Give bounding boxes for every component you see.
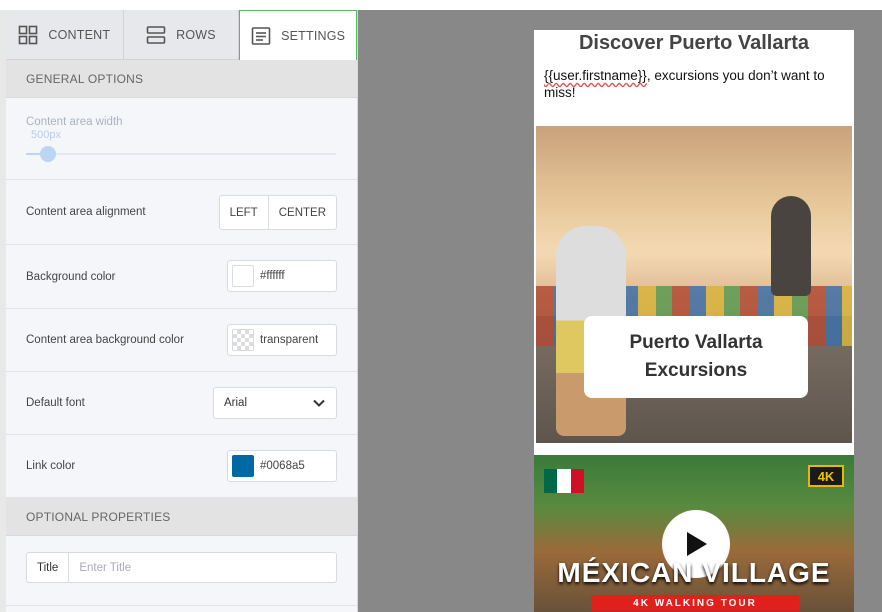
background-color-field[interactable]: #ffffff xyxy=(227,260,337,292)
link-color-row: Link color #0068a5 xyxy=(6,435,357,498)
hero-card-line-2: Excursions xyxy=(644,360,748,381)
content-bg-color-value: transparent xyxy=(260,334,319,346)
grid-icon xyxy=(19,25,38,44)
title-field: Title xyxy=(26,552,337,583)
content-width-value: 500px xyxy=(31,129,61,141)
content-width-label: Content area width xyxy=(26,116,123,128)
play-icon xyxy=(687,532,707,556)
chevron-down-icon xyxy=(313,399,325,407)
background-color-label: Background color xyxy=(26,270,116,283)
title-label: Title xyxy=(27,553,70,582)
link-color-swatch[interactable] xyxy=(232,455,254,477)
hero-seahorse-statue xyxy=(771,196,811,296)
4k-badge: 4K xyxy=(808,465,844,487)
tab-settings-label: SETTINGS xyxy=(281,28,346,43)
video-thumbnail[interactable]: 4K MÉXICAN VILLAGE 4K WALKING TOUR xyxy=(534,455,854,612)
link-color-field[interactable]: #0068a5 xyxy=(227,450,337,482)
hero-image[interactable]: Puerto Vallarta Excursions xyxy=(536,126,852,443)
content-bg-color-row: Content area background color transparen… xyxy=(6,309,357,372)
slider-knob[interactable] xyxy=(40,146,56,162)
tab-content[interactable]: CONTENT xyxy=(6,10,124,60)
default-font-label: Default font xyxy=(26,397,85,409)
background-color-swatch[interactable] xyxy=(232,265,254,287)
content-width-row: Content area width 500px xyxy=(6,98,357,180)
hero-card-line-1: Puerto Vallarta xyxy=(629,332,763,353)
tab-rows-label: ROWS xyxy=(176,27,216,42)
email-intro: {{user.firstname}}, excursions you don’t… xyxy=(534,67,854,101)
content-bg-color-label: Content area background color xyxy=(26,334,184,346)
default-font-select[interactable]: Arial xyxy=(213,387,337,419)
video-subtitle: 4K WALKING TOUR xyxy=(591,595,799,611)
mexico-flag-icon xyxy=(544,469,584,493)
settings-doc-icon xyxy=(251,26,271,45)
content-bg-color-swatch[interactable] xyxy=(232,329,254,351)
video-title: MÉXICAN VILLAGE xyxy=(557,557,831,588)
top-strip xyxy=(0,0,882,10)
email-heading: Discover Puerto Vallarta xyxy=(578,32,810,54)
link-color-value: #0068a5 xyxy=(260,460,305,472)
hero-title-card: Puerto Vallarta Excursions xyxy=(584,316,808,398)
align-left-button[interactable]: LEFT xyxy=(220,196,268,229)
alignment-label: Content area alignment xyxy=(26,206,146,218)
alignment-row: Content area alignment LEFT CENTER xyxy=(6,180,357,245)
email-canvas: Discover Puerto Vallarta {{user.firstnam… xyxy=(358,10,882,612)
tab-rows[interactable]: ROWS xyxy=(123,10,240,60)
title-input[interactable] xyxy=(69,553,336,582)
link-color-label: Link color xyxy=(26,460,76,472)
settings-panel: CONTENT ROWS SETTINGS GENERAL OPTIONS Co… xyxy=(6,10,358,612)
email-preview[interactable]: Discover Puerto Vallarta {{user.firstnam… xyxy=(534,30,854,612)
rows-icon xyxy=(146,25,166,44)
tab-content-label: CONTENT xyxy=(48,27,111,42)
tab-settings[interactable]: SETTINGS xyxy=(239,10,357,60)
content-bg-color-field[interactable]: transparent xyxy=(227,324,337,356)
content-width-slider[interactable] xyxy=(26,146,336,162)
optional-properties-heading: OPTIONAL PROPERTIES xyxy=(6,498,357,536)
default-font-row: Default font Arial xyxy=(6,372,357,435)
background-color-value: #ffffff xyxy=(260,270,285,282)
alignment-toggle: LEFT CENTER xyxy=(218,195,337,230)
tab-bar: CONTENT ROWS SETTINGS xyxy=(6,10,357,60)
background-color-row: Background color #ffffff xyxy=(6,245,357,309)
general-options-heading: GENERAL OPTIONS xyxy=(6,60,357,98)
default-font-value: Arial xyxy=(224,397,248,409)
align-center-button[interactable]: CENTER xyxy=(267,196,336,229)
user-firstname-variable: {{user.firstname}} xyxy=(544,68,647,83)
title-row: Title xyxy=(6,536,357,606)
